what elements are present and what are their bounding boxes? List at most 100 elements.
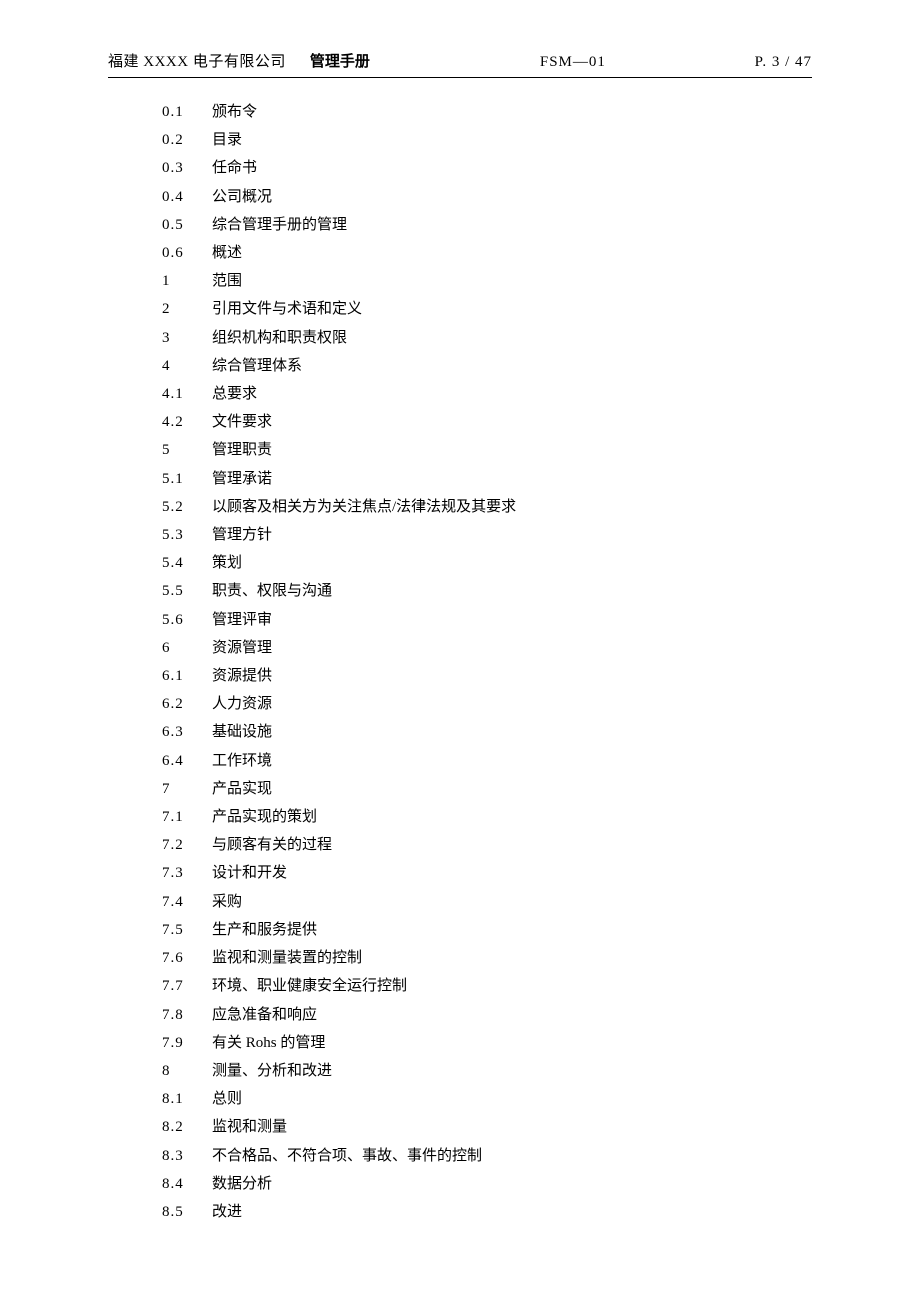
toc-row: 7.4采购 <box>162 888 812 916</box>
toc-row: 4.2文件要求 <box>162 408 812 436</box>
toc-number: 7.1 <box>162 803 212 831</box>
toc-text: 基础设施 <box>212 718 812 746</box>
toc-number: 5.1 <box>162 465 212 493</box>
toc-number: 5.3 <box>162 521 212 549</box>
toc-text: 文件要求 <box>212 408 812 436</box>
toc-text: 监视和测量装置的控制 <box>212 944 812 972</box>
toc-number: 5.5 <box>162 577 212 605</box>
toc-row: 7.1产品实现的策划 <box>162 803 812 831</box>
toc-number: 8.2 <box>162 1113 212 1141</box>
toc-row: 3组织机构和职责权限 <box>162 324 812 352</box>
toc-number: 8.4 <box>162 1170 212 1198</box>
toc-row: 7.5生产和服务提供 <box>162 916 812 944</box>
toc-text: 综合管理体系 <box>212 352 812 380</box>
toc-number: 6.2 <box>162 690 212 718</box>
toc-number: 7.2 <box>162 831 212 859</box>
toc-text: 颁布令 <box>212 98 812 126</box>
toc-text: 目录 <box>212 126 812 154</box>
toc-row: 7.9 有关 Rohs 的管理 <box>162 1029 812 1057</box>
toc-number: 7.3 <box>162 859 212 887</box>
toc-row: 0.6概述 <box>162 239 812 267</box>
toc-row: 8.1总则 <box>162 1085 812 1113</box>
toc-number: 6.3 <box>162 718 212 746</box>
toc-text: 总要求 <box>212 380 812 408</box>
toc-number: 7.7 <box>162 972 212 1000</box>
toc-text: 范围 <box>212 267 812 295</box>
toc-row: 6.1资源提供 <box>162 662 812 690</box>
toc-row: 0.3任命书 <box>162 154 812 182</box>
document-page: 福建 XXXX 电子有限公司 管理手册 FSM—01 P. 3 / 47 0.1… <box>0 0 920 1226</box>
toc-number: 7.4 <box>162 888 212 916</box>
table-of-contents: 0.1颁布令0.2目录0.3任命书0.4公司概况0.5综合管理手册的管理0.6概… <box>108 98 812 1226</box>
toc-text: 测量、分析和改进 <box>212 1057 812 1085</box>
toc-number: 8 <box>162 1057 212 1085</box>
toc-number: 8.5 <box>162 1198 212 1226</box>
document-title: 管理手册 <box>310 50 370 71</box>
toc-number: 4.2 <box>162 408 212 436</box>
toc-row: 5.2以顾客及相关方为关注焦点/法律法规及其要求 <box>162 493 812 521</box>
toc-row: 6.4工作环境 <box>162 747 812 775</box>
toc-text: 产品实现的策划 <box>212 803 812 831</box>
toc-text: 应急准备和响应 <box>212 1001 812 1029</box>
toc-text: 管理承诺 <box>212 465 812 493</box>
toc-number: 4.1 <box>162 380 212 408</box>
toc-row: 5.1管理承诺 <box>162 465 812 493</box>
toc-number: 0.4 <box>162 183 212 211</box>
toc-row: 8 测量、分析和改进 <box>162 1057 812 1085</box>
toc-number: 2 <box>162 295 212 323</box>
toc-row: 1范围 <box>162 267 812 295</box>
toc-row: 8.2监视和测量 <box>162 1113 812 1141</box>
toc-text: 管理职责 <box>212 436 812 464</box>
toc-row: 5.5职责、权限与沟通 <box>162 577 812 605</box>
toc-text: 人力资源 <box>212 690 812 718</box>
toc-text: 改进 <box>212 1198 812 1226</box>
toc-row: 7.8应急准备和响应 <box>162 1001 812 1029</box>
toc-row: 8.3不合格品、不符合项、事故、事件的控制 <box>162 1142 812 1170</box>
toc-text: 管理方针 <box>212 521 812 549</box>
toc-text: 综合管理手册的管理 <box>212 211 812 239</box>
toc-row: 0.1颁布令 <box>162 98 812 126</box>
toc-text: 有关 Rohs 的管理 <box>212 1029 812 1057</box>
toc-text: 资源提供 <box>212 662 812 690</box>
company-name: 福建 XXXX 电子有限公司 <box>108 50 286 71</box>
toc-number: 7 <box>162 775 212 803</box>
toc-number: 6.4 <box>162 747 212 775</box>
toc-text: 设计和开发 <box>212 859 812 887</box>
toc-number: 1 <box>162 267 212 295</box>
toc-row: 4综合管理体系 <box>162 352 812 380</box>
toc-text: 策划 <box>212 549 812 577</box>
toc-text: 公司概况 <box>212 183 812 211</box>
toc-text: 产品实现 <box>212 775 812 803</box>
toc-row: 7.2与顾客有关的过程 <box>162 831 812 859</box>
toc-row: 8.4数据分析 <box>162 1170 812 1198</box>
toc-row: 2引用文件与术语和定义 <box>162 295 812 323</box>
toc-row: 0.2目录 <box>162 126 812 154</box>
toc-number: 0.1 <box>162 98 212 126</box>
page-number: P. 3 / 47 <box>755 54 812 71</box>
toc-row: 5.3管理方针 <box>162 521 812 549</box>
toc-row: 7产品实现 <box>162 775 812 803</box>
toc-number: 4 <box>162 352 212 380</box>
toc-text: 监视和测量 <box>212 1113 812 1141</box>
toc-number: 0.2 <box>162 126 212 154</box>
toc-number: 7.5 <box>162 916 212 944</box>
toc-text: 任命书 <box>212 154 812 182</box>
toc-row: 6.2人力资源 <box>162 690 812 718</box>
toc-row: 7.3设计和开发 <box>162 859 812 887</box>
toc-number: 0.3 <box>162 154 212 182</box>
toc-text: 采购 <box>212 888 812 916</box>
toc-row: 6.3基础设施 <box>162 718 812 746</box>
toc-text: 资源管理 <box>212 634 812 662</box>
toc-row: 5管理职责 <box>162 436 812 464</box>
toc-row: 6资源管理 <box>162 634 812 662</box>
toc-text: 工作环境 <box>212 747 812 775</box>
toc-row: 5.6管理评审 <box>162 606 812 634</box>
toc-number: 7.9 <box>162 1029 212 1057</box>
toc-number: 8.3 <box>162 1142 212 1170</box>
toc-number: 5.2 <box>162 493 212 521</box>
toc-row: 7.7环境、职业健康安全运行控制 <box>162 972 812 1000</box>
toc-text: 组织机构和职责权限 <box>212 324 812 352</box>
toc-row: 5.4策划 <box>162 549 812 577</box>
toc-number: 3 <box>162 324 212 352</box>
toc-number: 6 <box>162 634 212 662</box>
